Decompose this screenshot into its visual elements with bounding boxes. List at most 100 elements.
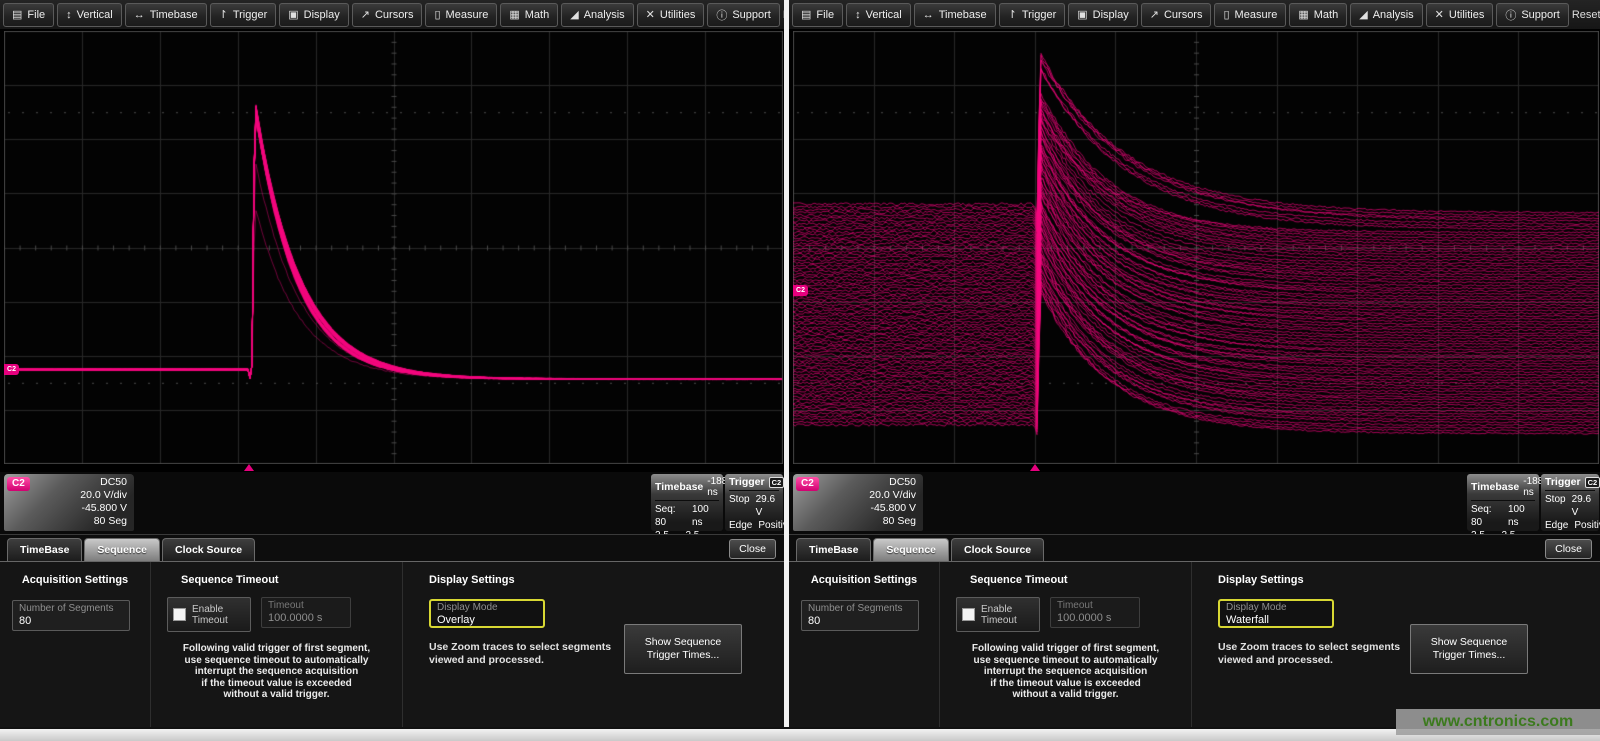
reset-button[interactable]: Reset [783, 9, 784, 21]
trigger-mode: Stop [1545, 493, 1566, 519]
menu-timebase-label: Timebase [939, 9, 987, 21]
vertical-icon: ↕ [855, 9, 861, 21]
number-of-segments-value: 80 [808, 615, 912, 628]
close-button[interactable]: Close [729, 539, 776, 559]
menu-timebase-label: Timebase [150, 9, 198, 21]
math-icon: ▦ [1298, 8, 1308, 21]
timeout-field[interactable]: Timeout 100.0000 s [261, 597, 351, 628]
display-mode-select[interactable]: Display Mode Waterfall [1218, 599, 1334, 628]
tab-sequence[interactable]: Sequence [873, 538, 949, 561]
number-of-segments-label: Number of Segments [808, 603, 912, 615]
dialog-tab-bar: TimeBase Sequence Clock Source Close [789, 534, 1600, 561]
acquisition-settings-section: Acquisition Settings Number of Segments … [0, 562, 150, 727]
menu-vertical-button[interactable]: ↕Vertical [57, 3, 122, 27]
channel-level-marker[interactable]: C2 [4, 364, 19, 375]
menu-display-button[interactable]: ▣Display [1068, 3, 1137, 27]
menu-measure-button[interactable]: ▯Measure [425, 3, 497, 27]
trigger-level: 29.6 V [756, 493, 779, 519]
support-icon: ⓘ [716, 7, 727, 23]
sequence-timeout-header: Sequence Timeout [151, 574, 402, 586]
menu-bar: ▤File↕Vertical↔Timebase↾Trigger▣Display↗… [789, 0, 1600, 30]
display-mode-value: Waterfall [1226, 614, 1326, 627]
trigger-descriptor[interactable]: Trigger C2 DC Stop 29.6 V Edge Positive [1541, 474, 1599, 531]
menu-utilities-button[interactable]: ✕Utilities [637, 3, 705, 27]
acquisition-settings-header: Acquisition Settings [0, 574, 150, 586]
show-sequence-trigger-times-button[interactable]: Show Sequence Trigger Times... [1410, 624, 1528, 674]
cursors-icon: ↗ [361, 8, 370, 21]
menu-math-button[interactable]: ▦Math [500, 3, 558, 27]
menu-analysis-button[interactable]: ◢Analysis [561, 3, 633, 27]
reset-button[interactable]: Reset [1572, 9, 1600, 21]
waveform-display-overlay [4, 31, 783, 464]
menu-support-label: Support [1521, 9, 1560, 21]
trigger-position-marker[interactable] [1030, 464, 1040, 471]
tab-sequence[interactable]: Sequence [84, 538, 160, 561]
channel-descriptor[interactable]: C2 DC50 20.0 V/div -45.800 V 80 Seg [4, 474, 134, 531]
trigger-descriptor[interactable]: Trigger C2 DC Stop 29.6 V Edge Positive [725, 474, 783, 531]
menu-cursors-button[interactable]: ↗ Cursors [352, 3, 423, 27]
number-of-segments-field[interactable]: Number of Segments 80 [801, 600, 919, 631]
menu-bar: ▤File↕Vertical↔Timebase↾Trigger▣Display↗… [0, 0, 784, 30]
enable-timeout-checkbox[interactable]: Enable Timeout [167, 597, 251, 632]
menu-trigger-button[interactable]: ↾Trigger [210, 3, 277, 27]
show-sequence-trigger-times-button[interactable]: Show Sequence Trigger Times... [624, 624, 742, 674]
menu-timebase-button[interactable]: ↔ Timebase [125, 3, 207, 27]
sequence-timeout-section: Sequence Timeout Enable Timeout Timeout … [939, 562, 1191, 727]
menu-utilities-label: Utilities [1449, 9, 1484, 21]
menu-file-button[interactable]: ▤File [3, 3, 54, 27]
channel-badge: C2 [796, 477, 819, 491]
trigger-source-badge: C2 [769, 477, 784, 488]
menu-analysis-button[interactable]: ◢Analysis [1350, 3, 1422, 27]
menu-timebase-button[interactable]: ↔ Timebase [914, 3, 996, 27]
menu-trigger-button[interactable]: ↾Trigger [999, 3, 1066, 27]
measure-icon: ▯ [434, 8, 440, 21]
menu-vertical-label: Vertical [866, 9, 902, 21]
cursors-icon: ↗ [1150, 8, 1159, 21]
menu-cursors-button[interactable]: ↗Cursors [1141, 3, 1212, 27]
menu-support-button[interactable]: ⓘSupport [707, 3, 780, 27]
segments-value: 80 Seg [795, 515, 916, 528]
sequence-dialog: TimeBase Sequence Clock Source Close Acq… [0, 534, 784, 727]
menu-cursors-label: Cursors [375, 9, 414, 21]
timebase-icon: ↔ [134, 9, 145, 21]
tab-clock-source[interactable]: Clock Source [162, 538, 255, 561]
number-of-segments-field[interactable]: Number of Segments 80 [12, 600, 130, 631]
tab-clock-source[interactable]: Clock Source [951, 538, 1044, 561]
trigger-mode: Stop [729, 493, 750, 519]
dialog-tab-bar: TimeBase Sequence Clock Source Close [0, 534, 784, 561]
timebase-icon: ↔ [923, 9, 934, 21]
scope-application: ▤File↕Vertical↔Timebase↾Trigger▣Display↗… [0, 0, 1600, 727]
display-mode-value: Overlay [437, 614, 537, 627]
menu-file-button[interactable]: ▤File [792, 3, 843, 27]
menu-file-label: File [816, 9, 834, 21]
menu-analysis-label: Analysis [1373, 9, 1414, 21]
timeout-field[interactable]: Timeout 100.0000 s [1050, 597, 1140, 628]
enable-timeout-checkbox[interactable]: Enable Timeout [956, 597, 1040, 632]
segments-value: 80 Seg [6, 515, 127, 528]
timebase-descriptor[interactable]: Timebase -188 ns Seq: 80 100 ns 2.5 kS 2… [1467, 474, 1539, 531]
dialog-content: Acquisition Settings Number of Segments … [789, 561, 1600, 727]
channel-level-marker[interactable]: C2 [793, 285, 808, 296]
menu-vertical-button[interactable]: ↕ Vertical [846, 3, 911, 27]
menu-display-button[interactable]: ▣Display [279, 3, 348, 27]
channel-descriptor[interactable]: C2 DC50 20.0 V/div -45.800 V 80 Seg [793, 474, 923, 531]
menu-math-button[interactable]: ▦Math [1289, 3, 1347, 27]
trigger-strip [0, 464, 784, 472]
menu-utilities-label: Utilities [660, 9, 695, 21]
timebase-title: Timebase [1471, 481, 1519, 493]
scope-pane-waterfall: ▤File↕Vertical↔Timebase↾Trigger▣Display↗… [789, 0, 1600, 727]
display-mode-select[interactable]: Display Mode Overlay [429, 599, 545, 628]
tab-timebase[interactable]: TimeBase [796, 538, 871, 561]
display-settings-section: Display Settings Display Mode Overlay Us… [402, 562, 784, 727]
timeout-label: Timeout [268, 600, 344, 612]
menu-support-button[interactable]: ⓘSupport [1496, 3, 1569, 27]
menu-measure-button[interactable]: ▯Measure [1214, 3, 1286, 27]
timebase-title: Timebase [655, 481, 703, 493]
trigger-position-marker[interactable] [244, 464, 254, 471]
trigger-icon: ↾ [219, 8, 228, 21]
tab-timebase[interactable]: TimeBase [7, 538, 82, 561]
timebase-descriptor[interactable]: Timebase -188 ns Seq: 80 100 ns 2.5 kS 2… [651, 474, 723, 531]
menu-utilities-button[interactable]: ✕Utilities [1426, 3, 1494, 27]
close-button[interactable]: Close [1545, 539, 1592, 559]
display-icon: ▣ [1077, 8, 1087, 21]
